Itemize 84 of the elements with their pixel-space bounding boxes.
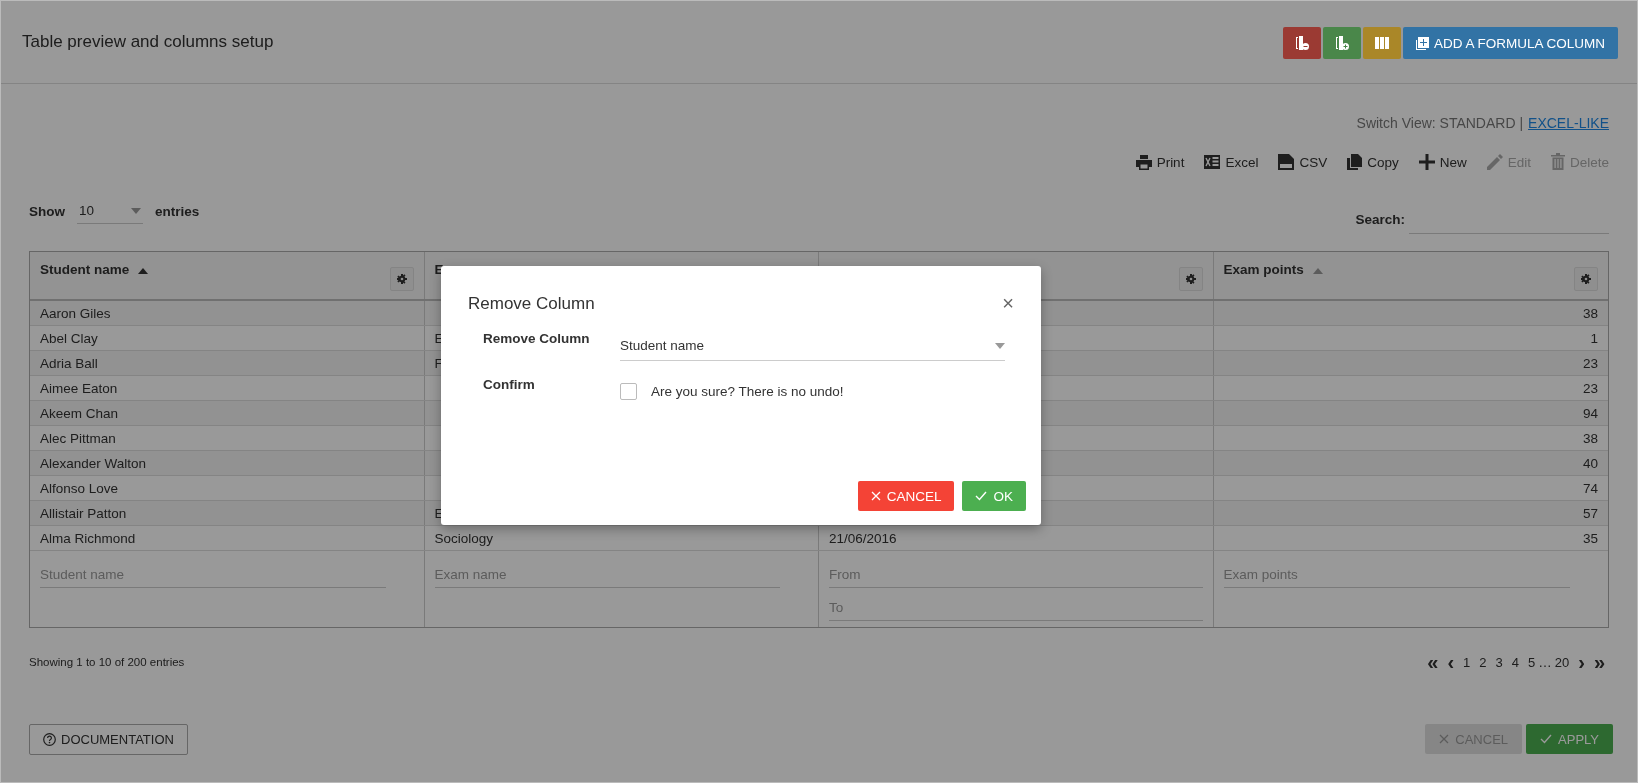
column-header[interactable]: Student name — [30, 252, 425, 299]
page-link[interactable]: 4 — [1511, 654, 1519, 670]
columns-icon — [1373, 36, 1390, 50]
column-plus-icon — [1333, 35, 1350, 51]
page-link[interactable]: 2 — [1479, 654, 1487, 670]
dialog-title: Remove Column — [468, 293, 595, 314]
table-cell: Alfonso Love — [40, 480, 119, 496]
ellipsis: … — [1538, 654, 1552, 670]
help-icon — [43, 733, 56, 746]
search-label: Search: — [1355, 211, 1405, 227]
copy-button[interactable]: Copy — [1347, 153, 1399, 170]
close-icon — [1439, 734, 1450, 744]
close-button[interactable]: × — [1002, 292, 1014, 315]
field-label: Remove Column — [483, 331, 591, 348]
table-cell: 40 — [1582, 455, 1598, 471]
show-label: Show — [29, 203, 65, 219]
gear-icon — [396, 274, 407, 284]
cancel-button[interactable]: CANCEL — [857, 481, 955, 511]
printer-icon — [1135, 155, 1152, 170]
columns-button[interactable] — [1362, 27, 1401, 59]
csv-button[interactable]: CSV — [1278, 153, 1328, 170]
table-cell: Akeem Chan — [40, 405, 119, 421]
switch-view-label: Switch View: STANDARD | — [1356, 115, 1524, 131]
last-page-link[interactable]: » — [1593, 652, 1605, 672]
table-cell: Aaron Giles — [40, 305, 111, 321]
check-icon — [975, 491, 988, 501]
table-cell: Aimee Eaton — [40, 380, 118, 396]
page-link[interactable]: 3 — [1495, 654, 1503, 670]
trash-icon — [1550, 153, 1565, 170]
copy-icon — [1347, 154, 1363, 170]
table-cell: 35 — [1582, 530, 1598, 546]
close-icon — [870, 491, 881, 501]
gear-icon — [1581, 274, 1591, 284]
remove-column-button[interactable] — [1282, 27, 1321, 59]
page-link[interactable]: 5 — [1528, 654, 1536, 670]
table-cell: 38 — [1582, 430, 1598, 446]
add-layer-icon — [1415, 36, 1429, 50]
table-cell: Sociology — [434, 530, 494, 546]
column-minus-icon — [1293, 35, 1310, 51]
table-cell: 74 — [1582, 480, 1598, 496]
next-page-link[interactable]: › — [1578, 652, 1585, 672]
settings-button[interactable] — [389, 267, 414, 291]
column-select[interactable]: Student name — [620, 331, 1005, 361]
caret-icon — [131, 207, 141, 214]
settings-button[interactable] — [1574, 267, 1598, 291]
settings-button[interactable] — [1178, 267, 1203, 291]
table-cell: 94 — [1582, 405, 1598, 421]
checkbox-label: Are you sure? There is no undo! — [651, 384, 844, 399]
table-cell: 23 — [1582, 355, 1598, 371]
entries-select[interactable]: 10 — [77, 198, 143, 224]
page-link[interactable]: 20 — [1554, 654, 1570, 670]
caret-icon — [995, 342, 1005, 349]
table-cell: Allistair Patton — [40, 505, 127, 521]
table-cell: Alec Pittman — [40, 430, 116, 446]
print-button[interactable]: Print — [1135, 153, 1185, 170]
field-label: Confirm — [483, 377, 536, 394]
file-icon — [1278, 154, 1295, 170]
first-page-link[interactable]: « — [1427, 652, 1439, 672]
pencil-icon — [1486, 154, 1503, 170]
entries-info: Showing 1 to 10 of 200 entries — [29, 656, 185, 668]
page-title: Table preview and columns setup — [22, 32, 274, 52]
previous-page-link[interactable]: ‹ — [1447, 652, 1455, 672]
table-cell: 21/06/2016 — [829, 530, 897, 546]
check-icon — [1540, 734, 1553, 744]
excel-button[interactable]: Excel — [1204, 153, 1259, 170]
table-cell: Adria Ball — [40, 355, 98, 371]
table-cell: 57 — [1582, 505, 1598, 521]
gear-icon — [1185, 274, 1196, 284]
column-header[interactable]: Exam points — [1213, 252, 1608, 299]
new-button[interactable]: New — [1418, 153, 1467, 170]
add-formula-column-button[interactable]: ADD A FORMULA COLUMN — [1402, 27, 1618, 59]
plus-icon — [1418, 154, 1435, 170]
table-cell: 23 — [1582, 380, 1598, 396]
table-cell: 38 — [1582, 305, 1598, 321]
table-cell: Alexander Walton — [40, 455, 147, 471]
table-cell: Alma Richmond — [40, 530, 136, 546]
spreadsheet-icon — [1204, 154, 1221, 170]
page-link[interactable]: 1 — [1463, 654, 1471, 670]
add-column-button[interactable] — [1322, 27, 1361, 59]
table-cell: Abel Clay — [40, 330, 98, 346]
checkbox[interactable] — [620, 383, 637, 400]
documentation-button[interactable]: DOCUMENTATION — [29, 724, 188, 755]
table-cell: 1 — [1590, 330, 1598, 346]
entries-label: entries — [155, 203, 200, 219]
